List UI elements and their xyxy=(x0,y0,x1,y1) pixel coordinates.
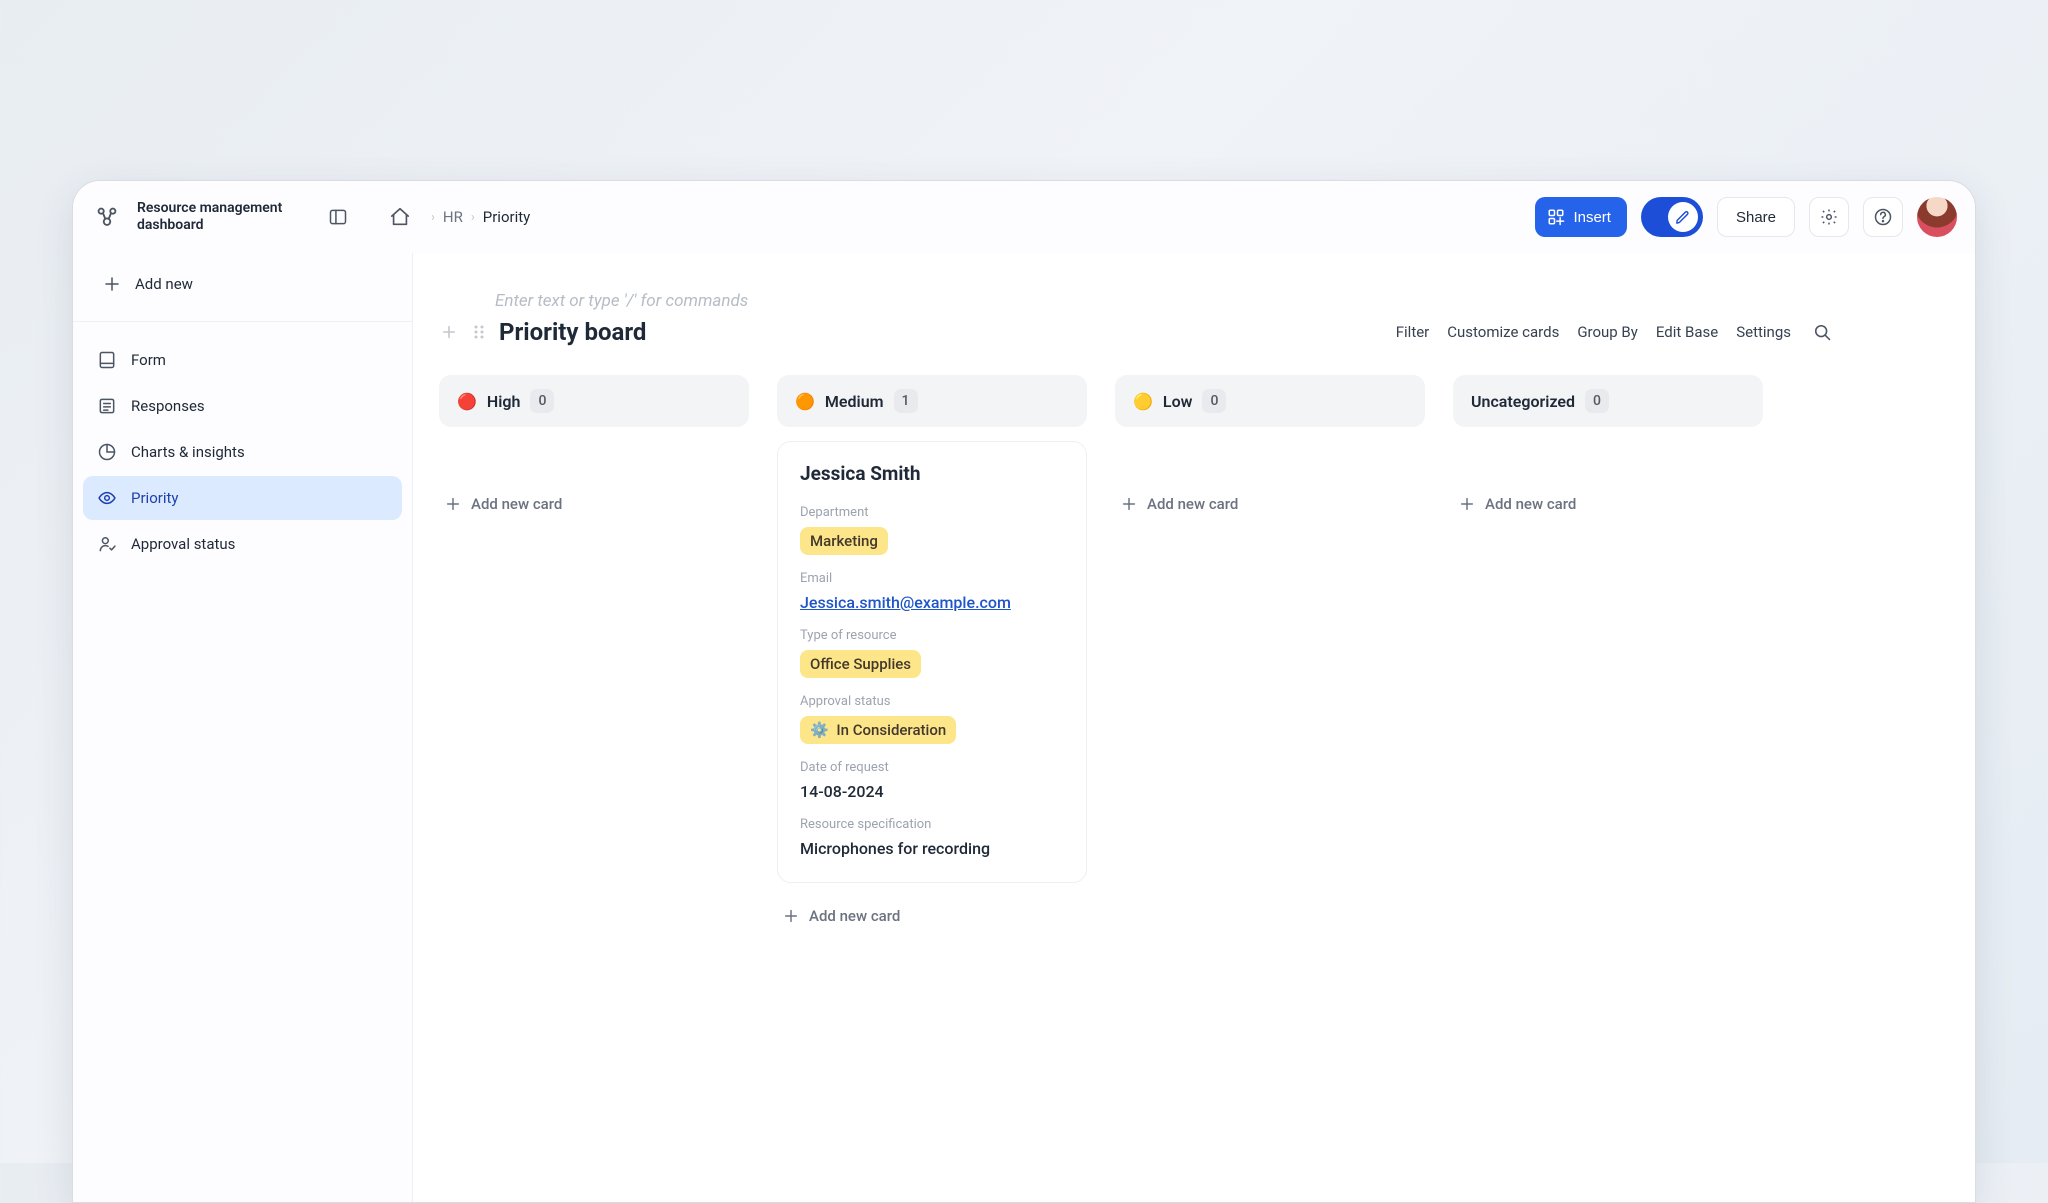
sidebar-item-form[interactable]: Form xyxy=(83,338,402,382)
add-card-label: Add new card xyxy=(809,907,900,925)
add-card-button[interactable]: Add new card xyxy=(439,485,749,523)
main-content: Enter text or type '/' for commands Prio… xyxy=(413,253,1975,1202)
sidebar-item-priority[interactable]: Priority xyxy=(83,476,402,520)
add-card-label: Add new card xyxy=(1485,495,1576,513)
column-uncategorized: Uncategorized 0 Add new card xyxy=(1453,375,1763,523)
add-card-button[interactable]: Add new card xyxy=(777,897,1087,935)
sidebar-item-charts[interactable]: Charts & insights xyxy=(83,430,402,474)
sidebar-label: Responses xyxy=(131,397,205,415)
plus-icon xyxy=(1121,496,1137,512)
add-card-label: Add new card xyxy=(471,495,562,513)
column-count: 1 xyxy=(894,389,918,413)
add-new-button[interactable]: Add new xyxy=(89,263,396,305)
column-high: 🔴 High 0 Add new card xyxy=(439,375,749,523)
list-icon xyxy=(97,396,117,416)
sidebar-item-responses[interactable]: Responses xyxy=(83,384,402,428)
status-emoji: 🟡 xyxy=(1133,392,1153,411)
breadcrumb-page[interactable]: Priority xyxy=(483,208,530,226)
email-link[interactable]: Jessica.smith@example.com xyxy=(800,593,1011,612)
field-label-email: Email xyxy=(800,571,832,586)
field-label-date: Date of request xyxy=(800,760,889,775)
board-title[interactable]: Priority board xyxy=(499,318,646,346)
column-low: 🟡 Low 0 Add new card xyxy=(1115,375,1425,523)
filter-button[interactable]: Filter xyxy=(1392,317,1434,347)
board-search-button[interactable] xyxy=(1805,315,1839,349)
field-label-department: Department xyxy=(800,505,869,520)
breadcrumb-section[interactable]: HR xyxy=(443,208,463,226)
workspace-title[interactable]: Resource management dashboard xyxy=(137,200,307,235)
column-name: Low xyxy=(1163,392,1193,411)
insert-button[interactable]: Insert xyxy=(1535,197,1627,237)
customize-cards-button[interactable]: Customize cards xyxy=(1443,317,1563,347)
pie-chart-icon xyxy=(97,442,117,462)
top-bar: Resource management dashboard › HR › Pri… xyxy=(73,181,1975,253)
spec-value: Microphones for recording xyxy=(800,839,990,858)
column-count: 0 xyxy=(530,389,554,413)
eye-icon xyxy=(97,488,117,508)
form-icon xyxy=(97,350,117,370)
plus-icon xyxy=(1459,496,1475,512)
user-check-icon xyxy=(97,534,117,554)
column-medium: 🟠 Medium 1 Jessica Smith Department Mark… xyxy=(777,375,1087,935)
insert-label: Insert xyxy=(1573,209,1611,226)
plus-icon xyxy=(103,275,121,293)
sidebar-item-approval[interactable]: Approval status xyxy=(83,522,402,566)
plus-icon xyxy=(783,908,799,924)
status-emoji: 🔴 xyxy=(457,392,477,411)
chevron-right-icon: › xyxy=(471,210,475,225)
user-avatar[interactable] xyxy=(1917,197,1957,237)
drag-handle-icon[interactable] xyxy=(469,324,489,340)
column-count: 0 xyxy=(1202,389,1226,413)
sidebar: Add new Form Responses Charts & insights xyxy=(73,253,413,1202)
settings-button[interactable] xyxy=(1809,197,1849,237)
add-new-label: Add new xyxy=(135,275,193,293)
sidebar-label: Charts & insights xyxy=(131,443,245,461)
edit-base-button[interactable]: Edit Base xyxy=(1652,317,1722,347)
column-name: Uncategorized xyxy=(1471,392,1575,411)
group-by-button[interactable]: Group By xyxy=(1573,317,1642,347)
column-name: High xyxy=(487,392,521,411)
board-settings-button[interactable]: Settings xyxy=(1732,317,1795,347)
sidebar-label: Form xyxy=(131,351,166,369)
approval-emoji: ⚙️ xyxy=(810,721,829,739)
home-button[interactable] xyxy=(383,200,417,234)
pencil-icon xyxy=(1674,209,1691,226)
sidebar-label: Priority xyxy=(131,489,178,507)
status-emoji: 🟠 xyxy=(795,392,815,411)
approval-status-tag: ⚙️ In Consideration xyxy=(800,716,956,744)
plus-icon xyxy=(445,496,461,512)
column-name: Medium xyxy=(825,392,884,411)
kanban-card[interactable]: Jessica Smith Department Marketing Email… xyxy=(777,441,1087,883)
add-card-label: Add new card xyxy=(1147,495,1238,513)
card-title: Jessica Smith xyxy=(800,462,1064,485)
sidebar-label: Approval status xyxy=(131,535,235,553)
approval-text: In Consideration xyxy=(836,721,946,739)
field-label-resource-type: Type of resource xyxy=(800,628,896,643)
kanban-board: 🔴 High 0 Add new card 🟠 xyxy=(439,375,1839,935)
collapse-sidebar-button[interactable] xyxy=(321,200,355,234)
breadcrumbs: › HR › Priority xyxy=(431,208,530,226)
chevron-right-icon: › xyxy=(431,210,435,225)
column-header[interactable]: 🟠 Medium 1 xyxy=(777,375,1087,427)
column-header[interactable]: 🟡 Low 0 xyxy=(1115,375,1425,427)
widgets-icon xyxy=(1547,208,1565,226)
column-header[interactable]: 🔴 High 0 xyxy=(439,375,749,427)
editor-placeholder[interactable]: Enter text or type '/' for commands xyxy=(495,291,1839,311)
date-value: 14-08-2024 xyxy=(800,782,884,801)
edit-mode-toggle[interactable] xyxy=(1641,197,1703,237)
workspace-icon xyxy=(91,201,123,233)
column-header[interactable]: Uncategorized 0 xyxy=(1453,375,1763,427)
share-button[interactable]: Share xyxy=(1717,197,1795,237)
add-card-button[interactable]: Add new card xyxy=(1453,485,1763,523)
field-label-spec: Resource specification xyxy=(800,817,931,832)
add-card-button[interactable]: Add new card xyxy=(1115,485,1425,523)
field-label-approval: Approval status xyxy=(800,694,891,709)
app-window: Resource management dashboard › HR › Pri… xyxy=(72,180,1976,1203)
help-button[interactable] xyxy=(1863,197,1903,237)
column-count: 0 xyxy=(1585,389,1609,413)
department-tag: Marketing xyxy=(800,527,888,555)
resource-type-tag: Office Supplies xyxy=(800,650,921,678)
add-block-icon[interactable] xyxy=(439,324,459,340)
